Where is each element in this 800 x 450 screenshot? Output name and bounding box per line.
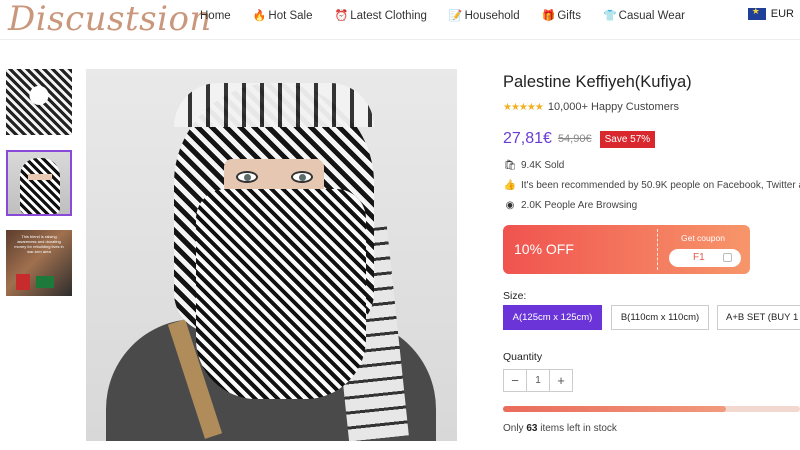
quantity-input[interactable]: 1	[526, 369, 550, 392]
recommended-row: 👍 It's been recommended by 50.9K people …	[503, 180, 800, 191]
stock-progress-bar	[503, 406, 800, 412]
note-icon: 📝	[448, 10, 463, 22]
image-right-eye	[291, 171, 313, 183]
stock-count: 63	[526, 423, 538, 434]
rating-row: ★★★★★ 10,000+ Happy Customers	[503, 101, 679, 113]
coupon-divider	[657, 229, 658, 270]
nav-household[interactable]: 📝 Household	[448, 9, 520, 23]
stock-text: Only 63 items left in stock	[503, 423, 617, 434]
bag-icon: 🛍	[503, 160, 517, 171]
sold-count: 9.4K Sold	[521, 160, 565, 171]
image-left-eye	[236, 171, 258, 183]
stock-suffix: items left in stock	[537, 423, 617, 434]
size-option-set[interactable]: A+B SET (BUY 1	[717, 305, 800, 330]
main-nav: Home 🔥 Hot Sale ⏰ Latest Clothing 📝 Househo…	[200, 9, 707, 23]
currency-selector[interactable]: EUR	[747, 6, 794, 20]
nav-hot-sale-label: Hot Sale	[268, 9, 313, 22]
save-badge: Save 57%	[599, 130, 656, 148]
thumbnail-face-shape	[28, 174, 52, 180]
nav-casual-wear[interactable]: 👕 Casual Wear	[602, 9, 685, 23]
price-row: 27,81€ 54,90€ Save 57%	[503, 130, 656, 148]
thumbnail-1[interactable]	[6, 69, 72, 135]
thumbnail-scarf-shape	[20, 158, 60, 214]
nav-home-label: Home	[200, 9, 231, 22]
quantity-label: Quantity	[503, 351, 543, 363]
thumbnail-caption: This blend is raising awareness and dona…	[14, 234, 64, 254]
thumbs-up-icon: 👍	[503, 180, 517, 191]
nav-gifts-label: Gifts	[557, 9, 581, 22]
size-option-a[interactable]: A(125cm x 125cm)	[503, 305, 602, 330]
nav-latest-clothing[interactable]: ⏰ Latest Clothing	[334, 9, 427, 23]
nav-latest-clothing-label: Latest Clothing	[350, 9, 427, 22]
nav-home[interactable]: Home	[200, 9, 231, 22]
browsing-text: 2.0K People Are Browsing	[521, 200, 638, 211]
coupon-discount: 10% OFF	[514, 241, 574, 257]
eye-icon: ◉	[505, 200, 515, 211]
nav-casual-wear-label: Casual Wear	[618, 9, 685, 22]
nav-hot-sale[interactable]: 🔥 Hot Sale	[252, 9, 313, 23]
size-option-b[interactable]: B(110cm x 110cm)	[611, 305, 709, 330]
coupon-code: F1	[693, 252, 705, 263]
rating-text: 10,000+ Happy Customers	[547, 101, 679, 113]
coupon-card: 10% OFF Get coupon F1	[503, 225, 750, 274]
current-price: 27,81€	[503, 130, 552, 147]
image-scarf-drape	[196, 189, 366, 399]
quantity-stepper: − 1 +	[503, 369, 573, 392]
top-header: Discustsion Home 🔥 Hot Sale ⏰ Latest Cloth…	[0, 0, 800, 40]
sold-count-row: 🛍 9.4K Sold	[503, 160, 565, 171]
quantity-increase-button[interactable]: +	[549, 369, 573, 392]
copy-icon	[723, 253, 732, 262]
original-price: 54,90€	[557, 133, 592, 145]
nav-household-label: Household	[464, 9, 520, 22]
browsing-row: ◉ 2.0K People Are Browsing	[503, 200, 638, 211]
stock-progress-fill	[503, 406, 726, 412]
gift-icon: 🎁	[541, 10, 556, 22]
recommended-text: It's been recommended by 50.9K people on…	[521, 180, 800, 191]
copy-coupon-button[interactable]: F1	[669, 249, 741, 267]
fire-icon: 🔥	[252, 10, 267, 22]
image-scarf-band	[174, 83, 374, 127]
thumbnail-green-block	[36, 276, 54, 288]
site-logo[interactable]: Discustsion	[8, 0, 212, 38]
product-title: Palestine Keffiyeh(Kufiya)	[503, 73, 692, 91]
stock-prefix: Only	[503, 423, 527, 434]
nav-gifts[interactable]: 🎁 Gifts	[541, 9, 581, 23]
thumbnail-3[interactable]: This blend is raising awareness and dona…	[6, 230, 72, 296]
star-rating-icon: ★★★★★	[503, 101, 544, 113]
quantity-decrease-button[interactable]: −	[503, 369, 527, 392]
size-label: Size:	[503, 290, 527, 302]
currency-label: EUR	[770, 8, 794, 20]
get-coupon-label: Get coupon	[681, 233, 725, 243]
clock-icon: ⏰	[334, 10, 349, 22]
thumbnail-2[interactable]	[6, 150, 72, 216]
main-product-image[interactable]	[86, 69, 457, 441]
eu-flag-icon	[747, 6, 766, 20]
thumbnail-red-block	[16, 274, 30, 290]
clothes-icon: 👕	[602, 10, 617, 22]
